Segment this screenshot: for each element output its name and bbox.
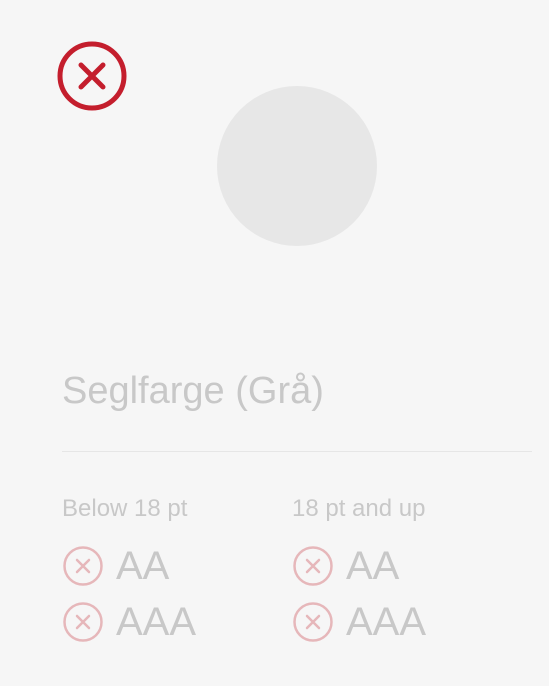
color-swatch [217, 86, 377, 246]
rating-label: AAA [346, 600, 427, 644]
large-text-heading: 18 pt and up [292, 495, 426, 522]
close-circle-icon [56, 40, 128, 112]
rating-aaa-large: AAA [292, 594, 512, 650]
rating-label: AA [116, 544, 170, 588]
close-circle-icon-graphic [57, 41, 127, 111]
fail-circle-icon [293, 546, 333, 586]
fail-circle-icon [293, 602, 333, 642]
rating-aaa-small: AAA [62, 594, 282, 650]
color-name: Seglfarge (Grå) [62, 370, 324, 412]
rating-label: AA [346, 544, 400, 588]
large-text-column: 18 pt and up AA AAA [292, 494, 512, 650]
fail-circle-icon [63, 546, 103, 586]
small-text-heading: Below 18 pt [62, 495, 188, 522]
rating-label: AAA [116, 600, 197, 644]
rating-aa-small: AA [62, 538, 282, 594]
small-text-column: Below 18 pt AA AAA [62, 494, 282, 650]
rating-aa-large: AA [292, 538, 512, 594]
divider [62, 451, 532, 452]
fail-circle-icon [63, 602, 103, 642]
